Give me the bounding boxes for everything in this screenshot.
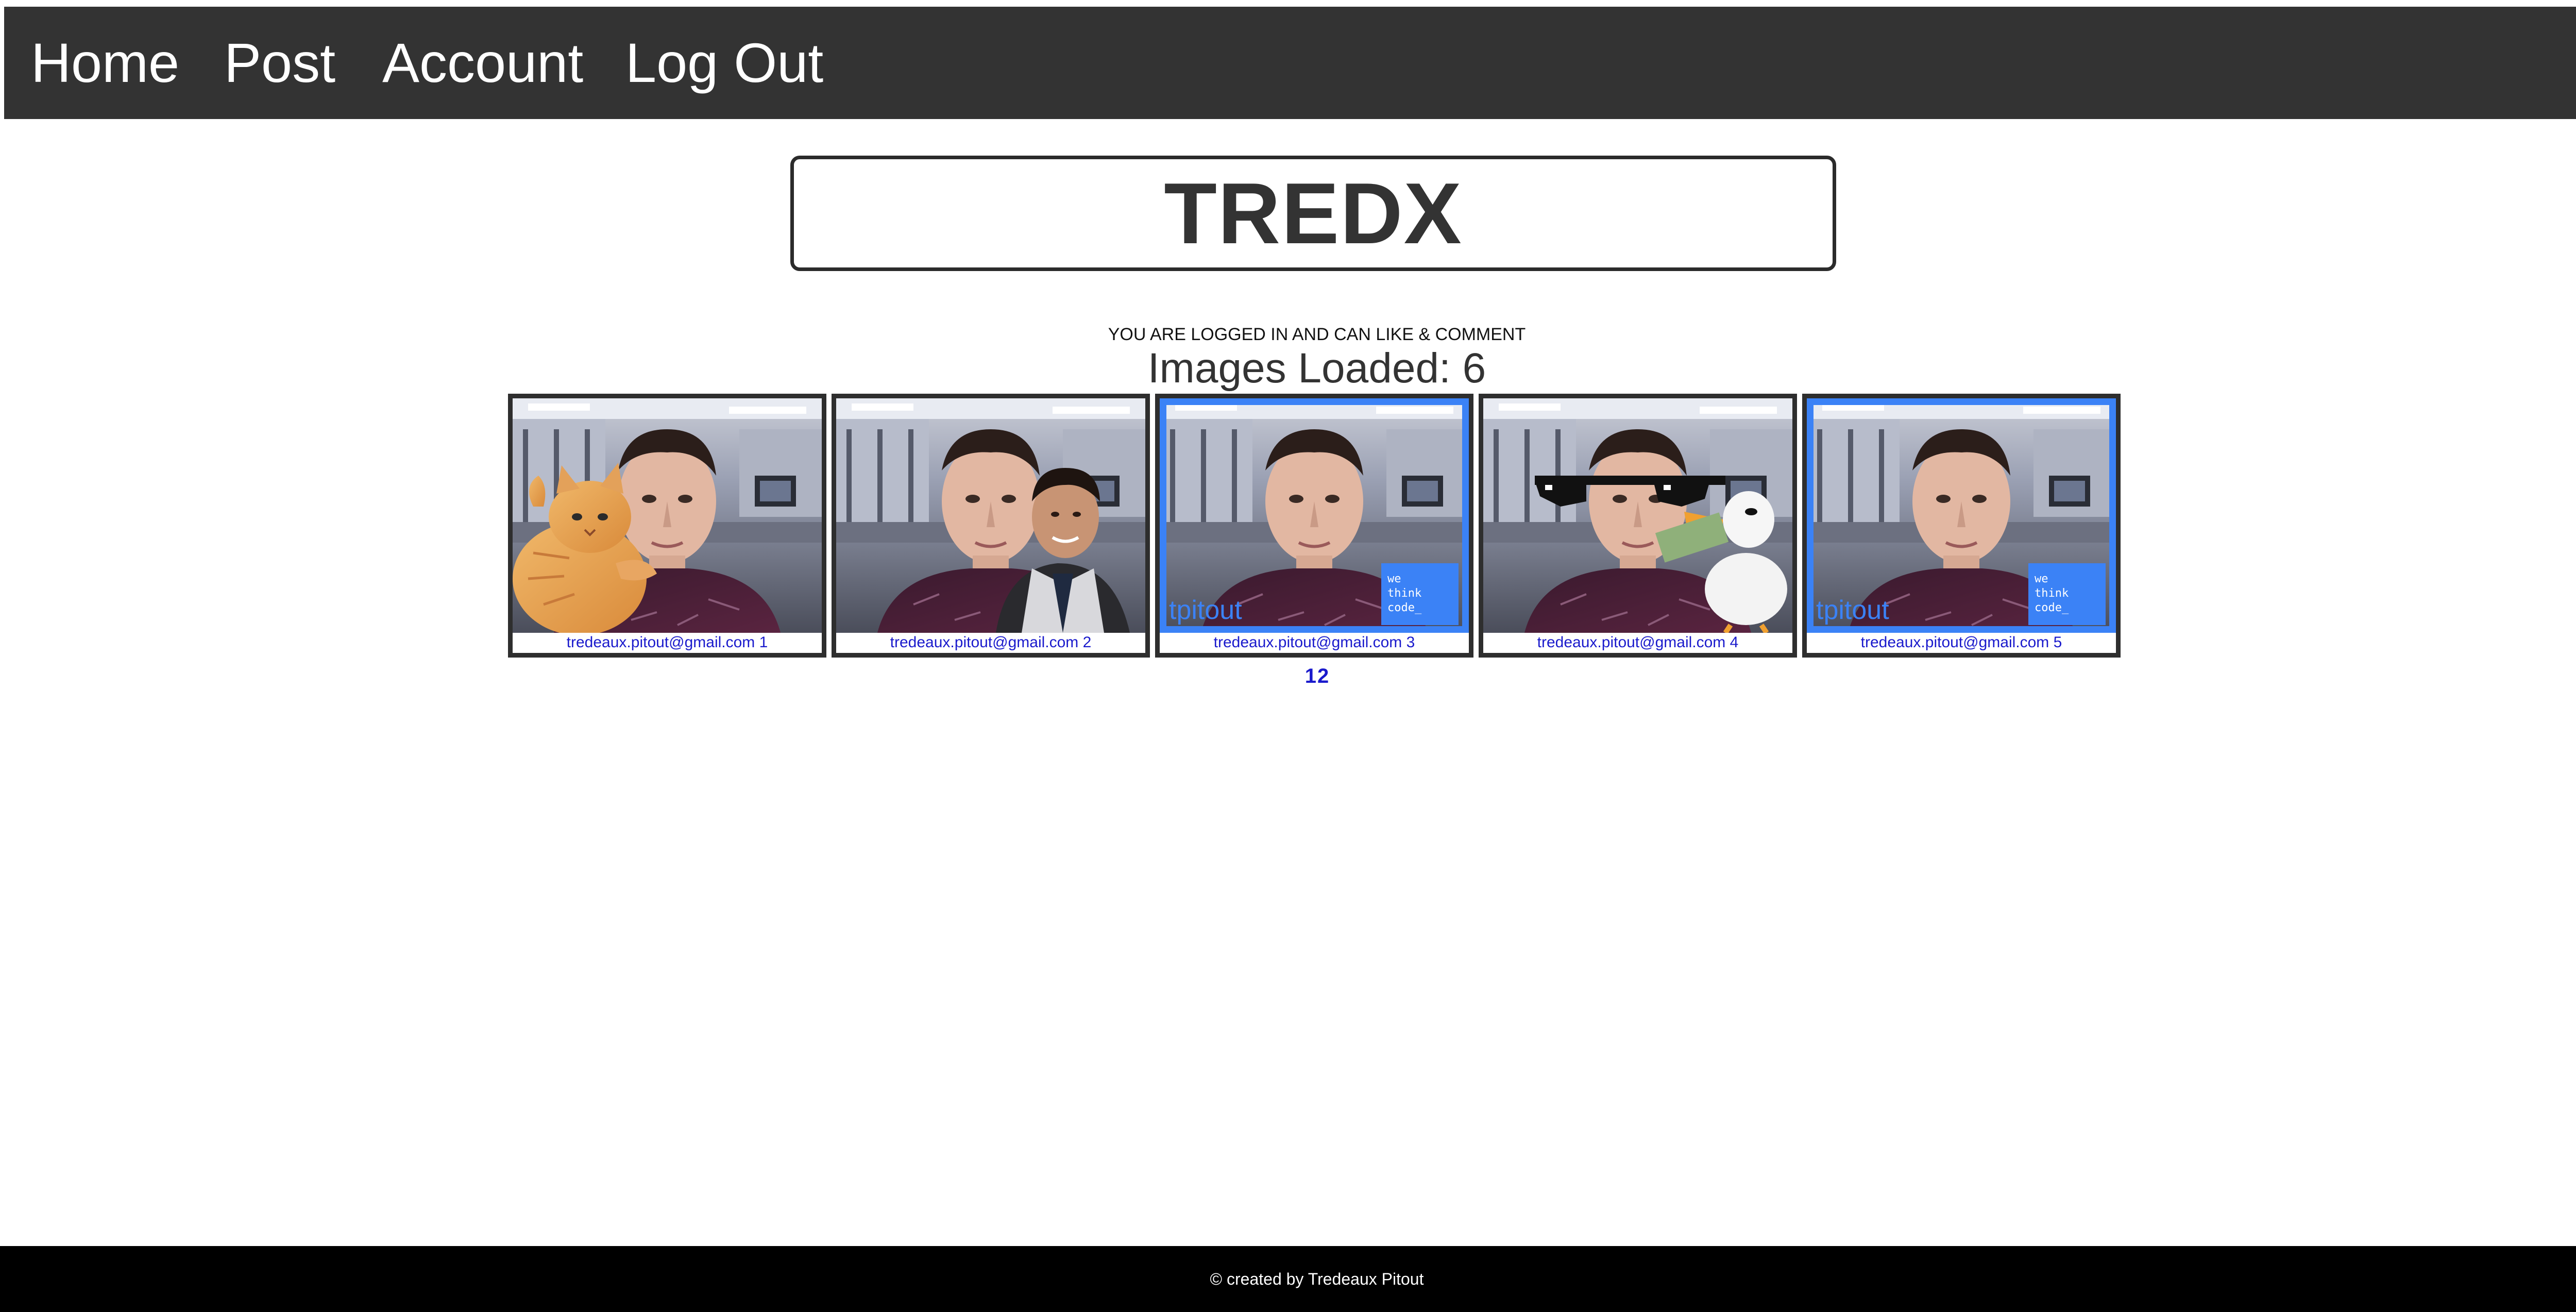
nav-home-link[interactable]: Home [31,7,179,119]
site-title-box: TREDX [790,156,1836,271]
gallery-image[interactable] [513,398,822,633]
svg-text:think: think [1387,587,1421,600]
image-caption-link[interactable]: tredeaux.pitout@gmail.com 5 [1807,633,2116,652]
image-gallery: tredeaux.pitout@gmail.com 1 tredeaux.pit… [508,394,2121,658]
image-caption-link[interactable]: tredeaux.pitout@gmail.com 2 [836,633,1145,652]
gallery-card[interactable]: tredeaux.pitout@gmail.com 1 [508,394,826,658]
gallery-image[interactable] [836,398,1145,633]
nav-account-link[interactable]: Account [382,7,583,119]
pagination: 12 [0,665,2576,688]
svg-text:think: think [2035,587,2069,600]
gallery-image[interactable]: tpitout we think code_ [1807,398,2116,633]
footer-credit: © created by Tredeaux Pitout [1210,1269,1424,1288]
gallery-image[interactable]: tpitout we think code_ [1160,398,1469,633]
image-caption-link[interactable]: tredeaux.pitout@gmail.com 1 [513,633,822,652]
svg-text:code_: code_ [1387,601,1422,614]
image-caption-link[interactable]: tredeaux.pitout@gmail.com 4 [1483,633,1792,652]
svg-text:we: we [2035,573,2048,585]
watermark-text: tpitout [1816,595,1889,625]
watermark-text: tpitout [1169,595,1242,625]
gallery-card[interactable]: tpitout we think code_ tredeaux.pitout@g… [1155,394,1473,658]
page-link-1[interactable]: 1 [1305,665,1316,687]
site-title: TREDX [1164,164,1463,262]
nav-post-link[interactable]: Post [224,7,335,119]
gallery-image[interactable] [1483,398,1792,633]
page-link-2[interactable]: 2 [1317,665,1329,687]
top-navbar: Home Post Account Log Out [4,7,2576,119]
gallery-card[interactable]: tredeaux.pitout@gmail.com 2 [832,394,1150,658]
images-loaded-count: Images Loaded: 6 [1147,345,1486,392]
svg-text:we: we [1387,573,1401,585]
gallery-card[interactable]: tpitout we think code_ tredeaux.pitout@g… [1802,394,2121,658]
login-status-message: YOU ARE LOGGED IN AND CAN LIKE & COMMENT [1108,325,1526,344]
gallery-card[interactable]: tredeaux.pitout@gmail.com 4 [1479,394,1797,658]
footer: © created by Tredeaux Pitout [0,1246,2576,1312]
image-caption-link[interactable]: tredeaux.pitout@gmail.com 3 [1160,633,1469,652]
nav-logout-link[interactable]: Log Out [625,7,823,119]
svg-text:code_: code_ [2035,601,2069,614]
